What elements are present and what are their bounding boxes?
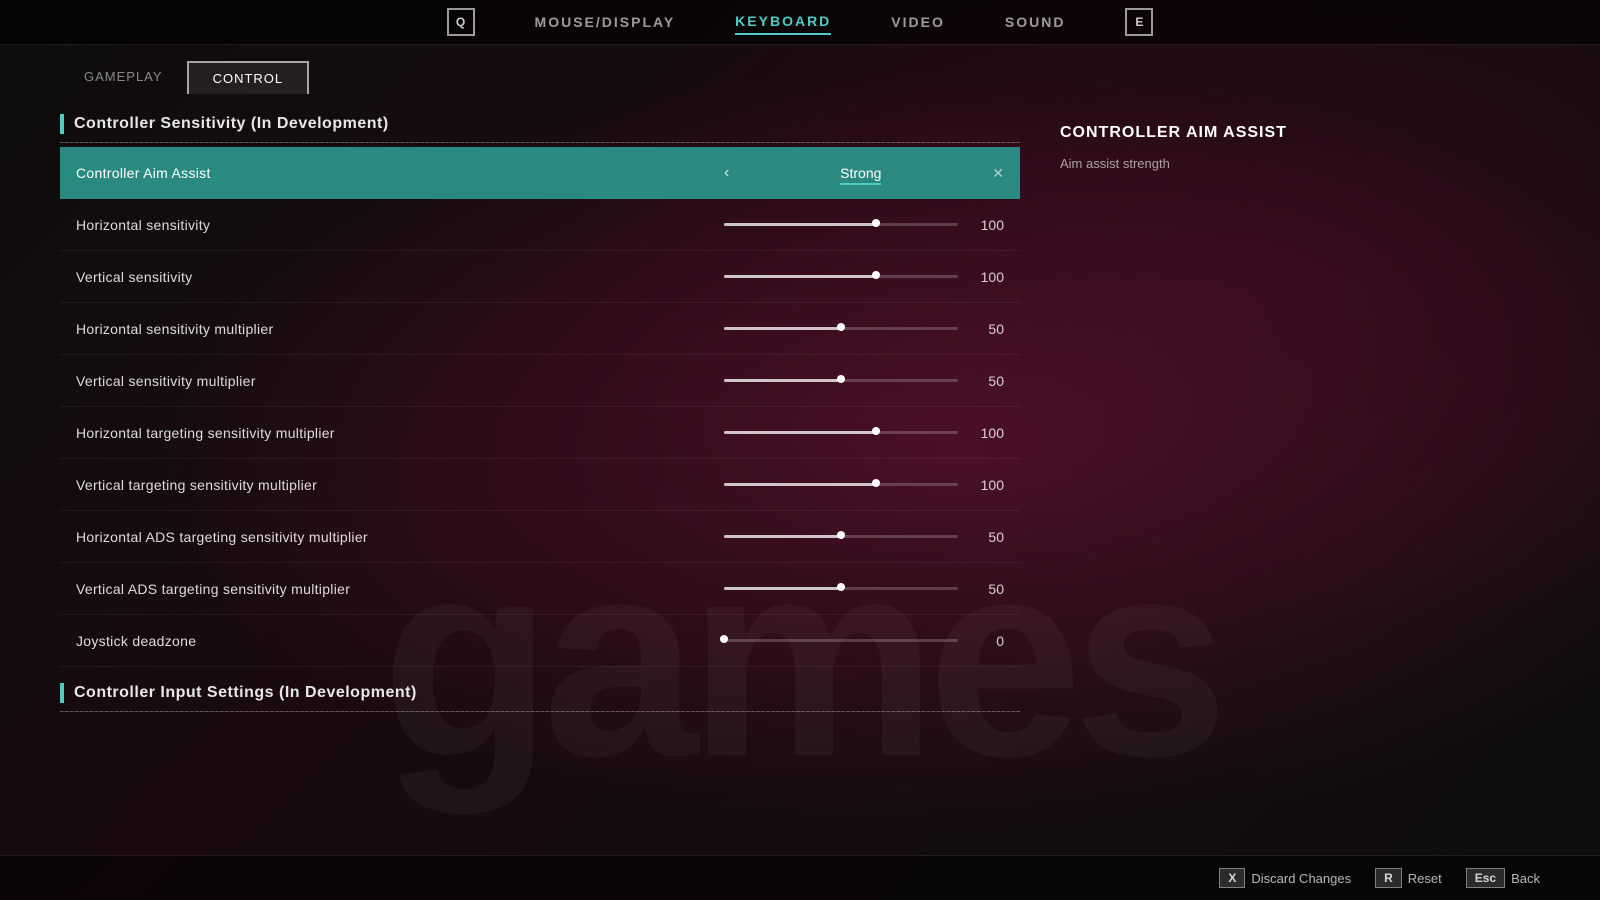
setting-row-h-sensitivity-mult[interactable]: Horizontal sensitivity multiplier 50 bbox=[60, 303, 1020, 355]
nav-video[interactable]: VIDEO bbox=[891, 10, 945, 34]
label-back: Back bbox=[1511, 871, 1540, 886]
slider-fill-v-sensitivity-mult bbox=[724, 379, 841, 382]
slider-track-h-targeting-mult bbox=[724, 431, 958, 434]
slider-track-joystick-deadzone bbox=[724, 639, 958, 642]
setting-row-v-ads-mult[interactable]: Vertical ADS targeting sensitivity multi… bbox=[60, 563, 1020, 615]
slider-h-targeting-mult[interactable]: 100 bbox=[724, 425, 1004, 441]
slider-v-sensitivity[interactable]: 100 bbox=[724, 269, 1004, 285]
setting-row-aim-assist[interactable]: Controller Aim Assist ‹ Strong ✕ bbox=[60, 147, 1020, 199]
slider-value-v-ads-mult: 50 bbox=[974, 581, 1004, 597]
slider-fill-v-targeting-mult bbox=[724, 483, 876, 486]
slider-track-h-sensitivity bbox=[724, 223, 958, 226]
right-key[interactable]: E bbox=[1125, 8, 1153, 36]
nav-keyboard[interactable]: KEYBOARD bbox=[735, 9, 831, 35]
slider-fill-h-ads-mult bbox=[724, 535, 841, 538]
slider-track-v-sensitivity bbox=[724, 275, 958, 278]
setting-label-h-targeting-mult: Horizontal targeting sensitivity multipl… bbox=[76, 425, 724, 441]
nav-mouse-display[interactable]: MOUSE/DISPLAY bbox=[535, 10, 676, 34]
bottom-action-back[interactable]: Esc Back bbox=[1466, 868, 1540, 888]
setting-label-aim-assist: Controller Aim Assist bbox=[76, 165, 724, 181]
setting-row-h-ads-mult[interactable]: Horizontal ADS targeting sensitivity mul… bbox=[60, 511, 1020, 563]
help-description: Aim assist strength bbox=[1060, 154, 1300, 174]
tab-control[interactable]: CONTROL bbox=[187, 61, 310, 94]
section1-header: Controller Sensitivity (In Development) bbox=[60, 114, 1020, 134]
setting-row-h-targeting-mult[interactable]: Horizontal targeting sensitivity multipl… bbox=[60, 407, 1020, 459]
setting-label-v-targeting-mult: Vertical targeting sensitivity multiplie… bbox=[76, 477, 724, 493]
section2-header: Controller Input Settings (In Developmen… bbox=[60, 683, 1020, 703]
slider-joystick-deadzone[interactable]: 0 bbox=[724, 633, 1004, 649]
slider-track-v-ads-mult bbox=[724, 587, 958, 590]
slider-v-ads-mult[interactable]: 50 bbox=[724, 581, 1004, 597]
selector-left-arrow[interactable]: ‹ bbox=[724, 164, 729, 182]
sub-tabs: GAMEPLAY CONTROL bbox=[0, 45, 1600, 94]
key-esc: Esc bbox=[1466, 868, 1505, 888]
top-nav: Q MOUSE/DISPLAY KEYBOARD VIDEO SOUND E bbox=[0, 0, 1600, 45]
section1-divider bbox=[60, 142, 1020, 143]
slider-value-h-sensitivity-mult: 50 bbox=[974, 321, 1004, 337]
slider-track-h-ads-mult bbox=[724, 535, 958, 538]
slider-track-v-targeting-mult bbox=[724, 483, 958, 486]
section2-title: Controller Input Settings (In Developmen… bbox=[74, 684, 417, 702]
slider-v-sensitivity-mult[interactable]: 50 bbox=[724, 373, 1004, 389]
setting-label-h-sensitivity-mult: Horizontal sensitivity multiplier bbox=[76, 321, 724, 337]
tab-gameplay[interactable]: GAMEPLAY bbox=[60, 61, 187, 94]
slider-value-v-targeting-mult: 100 bbox=[974, 477, 1004, 493]
setting-label-v-sensitivity: Vertical sensitivity bbox=[76, 269, 724, 285]
bottom-action-reset[interactable]: R Reset bbox=[1375, 868, 1442, 888]
slider-h-sensitivity-mult[interactable]: 50 bbox=[724, 321, 1004, 337]
setting-row-v-sensitivity-mult[interactable]: Vertical sensitivity multiplier 50 bbox=[60, 355, 1020, 407]
slider-track-v-sensitivity-mult bbox=[724, 379, 958, 382]
content-area: Controller Sensitivity (In Development) … bbox=[0, 94, 1600, 855]
section1-title: Controller Sensitivity (In Development) bbox=[74, 115, 389, 133]
slider-h-sensitivity[interactable]: 100 bbox=[724, 217, 1004, 233]
slider-value-v-sensitivity: 100 bbox=[974, 269, 1004, 285]
setting-row-v-sensitivity[interactable]: Vertical sensitivity 100 bbox=[60, 251, 1020, 303]
settings-list: Controller Aim Assist ‹ Strong ✕ Horizon… bbox=[60, 147, 1020, 667]
slider-v-targeting-mult[interactable]: 100 bbox=[724, 477, 1004, 493]
slider-fill-h-sensitivity bbox=[724, 223, 876, 226]
setting-row-joystick-deadzone[interactable]: Joystick deadzone 0 bbox=[60, 615, 1020, 667]
slider-fill-v-sensitivity bbox=[724, 275, 876, 278]
setting-row-h-sensitivity[interactable]: Horizontal sensitivity 100 bbox=[60, 199, 1020, 251]
bottom-action-discard[interactable]: X Discard Changes bbox=[1219, 868, 1351, 888]
slider-fill-h-sensitivity-mult bbox=[724, 327, 841, 330]
key-x: X bbox=[1219, 868, 1245, 888]
nav-sound[interactable]: SOUND bbox=[1005, 10, 1066, 34]
section2-divider bbox=[60, 711, 1020, 712]
label-reset: Reset bbox=[1408, 871, 1442, 886]
settings-panel: Controller Sensitivity (In Development) … bbox=[60, 114, 1020, 835]
label-discard: Discard Changes bbox=[1251, 871, 1351, 886]
setting-label-h-sensitivity: Horizontal sensitivity bbox=[76, 217, 724, 233]
slider-value-h-sensitivity: 100 bbox=[974, 217, 1004, 233]
setting-label-v-ads-mult: Vertical ADS targeting sensitivity multi… bbox=[76, 581, 724, 597]
setting-row-v-targeting-mult[interactable]: Vertical targeting sensitivity multiplie… bbox=[60, 459, 1020, 511]
setting-label-h-ads-mult: Horizontal ADS targeting sensitivity mul… bbox=[76, 529, 724, 545]
selector-close[interactable]: ✕ bbox=[992, 165, 1004, 182]
selector-aim-value: Strong bbox=[745, 165, 976, 181]
slider-fill-v-ads-mult bbox=[724, 587, 841, 590]
slider-h-ads-mult[interactable]: 50 bbox=[724, 529, 1004, 545]
bottom-bar: X Discard Changes R Reset Esc Back bbox=[0, 855, 1600, 900]
left-key[interactable]: Q bbox=[447, 8, 475, 36]
selector-aim-assist[interactable]: ‹ Strong ✕ bbox=[724, 164, 1004, 182]
setting-label-v-sensitivity-mult: Vertical sensitivity multiplier bbox=[76, 373, 724, 389]
section2-bar bbox=[60, 683, 64, 703]
help-panel: CONTROLLER AIM ASSIST Aim assist strengt… bbox=[1060, 114, 1300, 835]
setting-label-joystick-deadzone: Joystick deadzone bbox=[76, 633, 724, 649]
slider-value-v-sensitivity-mult: 50 bbox=[974, 373, 1004, 389]
section1-bar bbox=[60, 114, 64, 134]
help-title: CONTROLLER AIM ASSIST bbox=[1060, 124, 1300, 142]
slider-value-h-targeting-mult: 100 bbox=[974, 425, 1004, 441]
slider-value-joystick-deadzone: 0 bbox=[974, 633, 1004, 649]
key-r: R bbox=[1375, 868, 1402, 888]
slider-track-h-sensitivity-mult bbox=[724, 327, 958, 330]
slider-fill-h-targeting-mult bbox=[724, 431, 876, 434]
slider-value-h-ads-mult: 50 bbox=[974, 529, 1004, 545]
